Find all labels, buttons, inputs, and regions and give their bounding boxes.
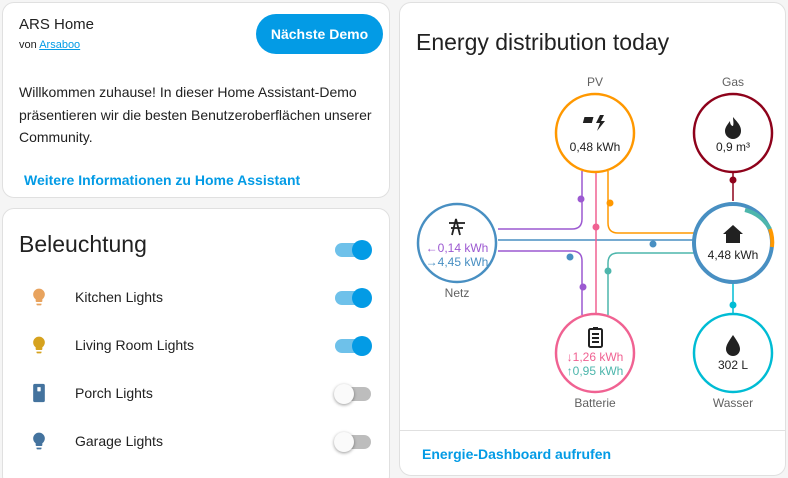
pv-label: PV — [587, 75, 603, 89]
demo-card: ARS Home von Arsaboo Nächste Demo Willko… — [2, 2, 390, 198]
flow-dot — [604, 267, 612, 275]
flow-dot — [606, 199, 614, 207]
light-row-living-room[interactable]: Living Room Lights — [3, 325, 389, 365]
flow-dot — [649, 240, 657, 248]
pv-value: 0,48 kWh — [570, 140, 621, 154]
porch-lights-toggle[interactable] — [334, 381, 371, 404]
bulb-icon — [33, 432, 45, 450]
demo-author-link[interactable]: Arsaboo — [39, 39, 80, 51]
toggle-knob — [334, 384, 354, 404]
flow-solar-to-home — [607, 171, 695, 234]
demo-author: von Arsaboo — [19, 39, 80, 51]
demo-title: ARS Home — [19, 16, 95, 33]
flow-dot — [729, 301, 737, 309]
gas-value: 0,9 m³ — [716, 140, 750, 154]
pv-node[interactable] — [554, 92, 636, 174]
lights-master-toggle[interactable] — [335, 237, 372, 260]
toggle-knob — [334, 432, 354, 452]
garage-lights-toggle[interactable] — [334, 429, 371, 452]
water-value: 302 L — [718, 358, 748, 372]
flow-dot — [729, 176, 737, 184]
lights-card: Beleuchtung Kitchen Lights Living Room L… — [2, 208, 390, 478]
grid-label: Netz — [445, 286, 470, 300]
battery-in: ↓1,26 kWh — [567, 350, 624, 364]
gas-label: Gas — [722, 75, 744, 89]
lights-title: Beleuchtung — [19, 231, 147, 257]
light-label: Garage Lights — [75, 433, 163, 449]
toggle-knob — [352, 336, 372, 356]
light-row-kitchen[interactable]: Kitchen Lights — [3, 277, 389, 317]
light-label: Kitchen Lights — [75, 289, 163, 305]
light-label: Porch Lights — [75, 385, 153, 401]
water-label: Wasser — [713, 396, 753, 410]
flow-dot — [579, 283, 587, 291]
light-label: Living Room Lights — [75, 337, 195, 353]
demo-description: Willkommen zuhause! In dieser Home Assis… — [19, 84, 372, 145]
flow-dot — [566, 253, 574, 261]
flow-dot — [592, 223, 600, 231]
toggle-knob — [352, 240, 372, 260]
light-row-garage[interactable]: Garage Lights — [3, 421, 389, 461]
home-ring-solar-segment — [768, 228, 775, 248]
grid-import: ←0,14 kWh — [426, 241, 489, 255]
living-room-lights-toggle[interactable] — [335, 333, 372, 356]
bulb-icon — [33, 336, 45, 354]
flow-battery-to-home — [607, 252, 695, 315]
home-value: 4,48 kWh — [708, 248, 759, 262]
kitchen-lights-toggle[interactable] — [335, 285, 372, 308]
energy-dashboard-link[interactable]: Energie-Dashboard aufrufen — [422, 446, 611, 462]
energy-flow-diagram: PV 0,48 kWh Gas 0,9 m³ ←0,14 kWh →4,45 k… — [416, 75, 775, 410]
toggle-knob — [352, 288, 372, 308]
light-row-porch[interactable]: Porch Lights — [3, 373, 389, 413]
battery-out: ↑0,95 kWh — [567, 364, 624, 378]
more-info-link[interactable]: Weitere Informationen zu Home Assistant — [24, 172, 300, 188]
energy-divider — [400, 430, 785, 431]
next-demo-button[interactable]: Nächste Demo — [256, 14, 383, 54]
bulb-icon — [33, 288, 45, 306]
light-switch-icon — [33, 383, 45, 403]
flow-battery-to-grid — [498, 250, 583, 315]
flow-dot — [577, 195, 585, 203]
demo-author-prefix: von — [19, 39, 37, 51]
grid-export: →4,45 kWh — [426, 255, 489, 269]
battery-label: Batterie — [574, 396, 616, 410]
flow-grid-to-battery-top — [498, 171, 583, 230]
energy-distribution-card: Energy distribution today PV 0,48 kWh Ga… — [399, 2, 786, 476]
